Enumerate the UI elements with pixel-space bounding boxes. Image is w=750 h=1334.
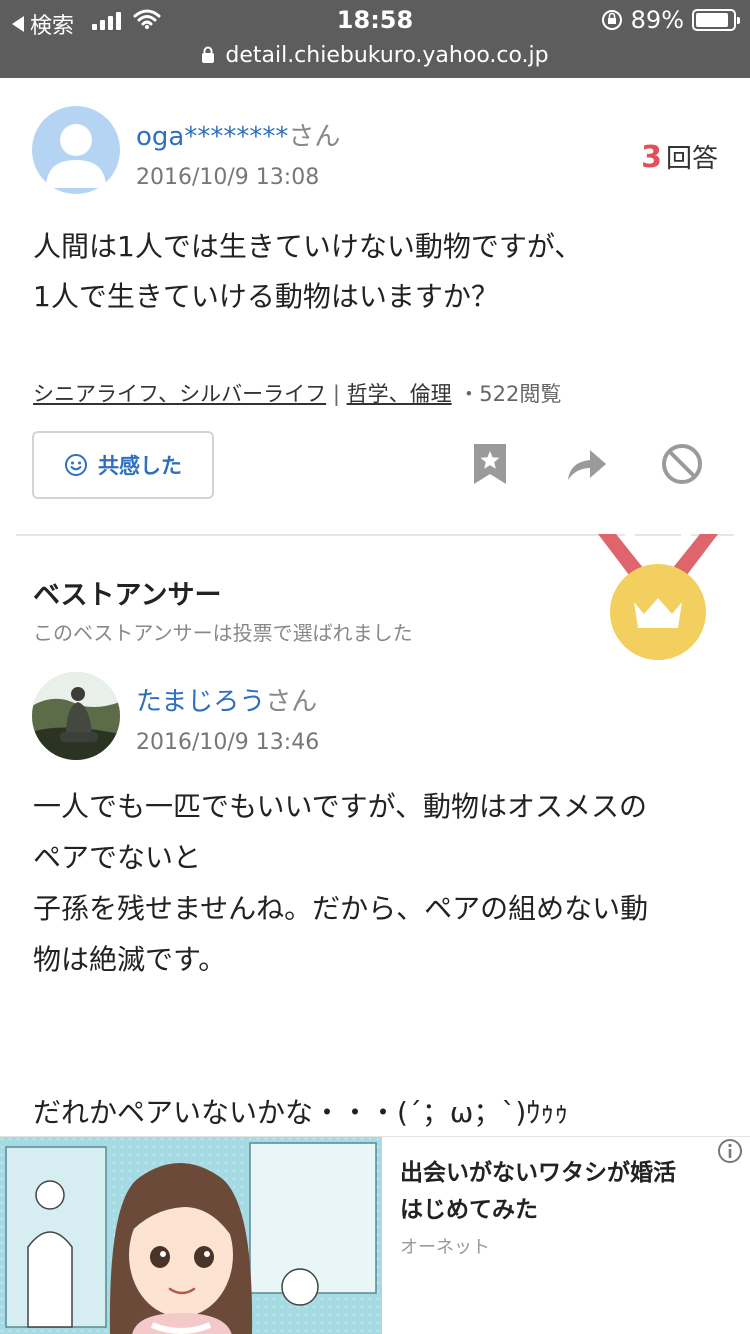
honorific: さん bbox=[265, 687, 318, 717]
manga-illustration bbox=[0, 1137, 382, 1334]
best-answer-subtitle: このベストアンサーは投票で選ばれました bbox=[33, 621, 413, 645]
battery-icon bbox=[692, 9, 740, 31]
url-text: detail.chiebukuro.yahoo.co.jp bbox=[225, 42, 549, 68]
honorific: さん bbox=[288, 122, 341, 152]
ad-title-line: 出会いがないワタシが婚活 bbox=[400, 1160, 676, 1186]
question-line: 1人で生きていける動物はいますか？ bbox=[33, 280, 499, 313]
answer-count-label: 回答 bbox=[665, 144, 718, 174]
battery-percent: 89% bbox=[630, 6, 684, 34]
answer-line: だれかペアいないかな・・・(´；ω；`)ｳｩｩ bbox=[33, 1096, 569, 1129]
default-user-icon bbox=[46, 124, 106, 188]
browser-top-bar: 検索 18:58 89% detail.chiebukuro.yahoo.co.… bbox=[0, 0, 750, 78]
info-icon[interactable] bbox=[716, 1137, 744, 1165]
category-link-senior-life[interactable]: シニアライフ、シルバーライフ bbox=[33, 382, 326, 406]
questioner-id: oga******** bbox=[136, 122, 289, 152]
view-count: ・522閲覧 bbox=[458, 382, 562, 406]
answerer-avatar[interactable] bbox=[32, 672, 120, 760]
category-row: シニアライフ、シルバーライフ | 哲学、倫理 ・522閲覧 bbox=[33, 378, 561, 408]
answer-line: ペアでないと bbox=[33, 841, 202, 874]
empathy-label: 共感した bbox=[98, 454, 182, 478]
question-line: 人間は1人では生きていけない動物ですが、 bbox=[33, 230, 583, 263]
bookmark-icon[interactable] bbox=[468, 442, 512, 486]
ad-advertiser: オーネット bbox=[400, 1237, 490, 1258]
ad-title-line: はじめてみた bbox=[400, 1197, 538, 1223]
questioner-avatar[interactable] bbox=[32, 106, 120, 194]
questioner-name[interactable]: oga********さん bbox=[136, 116, 340, 153]
category-link-philosophy[interactable]: 哲学、倫理 bbox=[347, 382, 452, 406]
empathy-button[interactable]: 共感した bbox=[32, 431, 214, 499]
orientation-lock-icon bbox=[601, 10, 622, 30]
block-icon[interactable] bbox=[660, 442, 704, 486]
best-answer-body: 一人でも一匹でもいいですが、動物はオスメスの ペアでないと 子孫を残せませんね。… bbox=[33, 781, 713, 1138]
answer-date: 2016/10/9 13:46 bbox=[136, 730, 320, 755]
answer-line: 子孫を残せませんね。だから、ペアの組めない動 bbox=[33, 892, 649, 925]
best-answer-title: ベストアンサー bbox=[33, 580, 222, 611]
answer-count[interactable]: 3 回答 bbox=[641, 138, 718, 175]
answerer-id: たまじろう bbox=[136, 687, 266, 717]
medal-icon bbox=[598, 534, 718, 660]
share-icon[interactable] bbox=[564, 442, 608, 486]
answerer-name[interactable]: たまじろうさん bbox=[136, 681, 317, 718]
question-body: 人間は1人では生きていけない動物ですが、 1人で生きていける動物はいますか？ bbox=[33, 222, 713, 322]
answer-count-number: 3 bbox=[641, 140, 662, 175]
answer-line: 物は絶滅です。 bbox=[33, 943, 227, 976]
category-separator: | bbox=[332, 382, 340, 406]
smile-icon bbox=[65, 454, 87, 476]
lock-icon bbox=[202, 46, 215, 63]
ad-title[interactable]: 出会いがないワタシが婚活 はじめてみた bbox=[400, 1155, 720, 1229]
url-bar[interactable]: detail.chiebukuro.yahoo.co.jp bbox=[0, 40, 750, 70]
ad-image[interactable] bbox=[0, 1137, 382, 1334]
ad-banner[interactable]: 出会いがないワタシが婚活 はじめてみた オーネット bbox=[0, 1136, 750, 1334]
question-date: 2016/10/9 13:08 bbox=[136, 165, 320, 190]
buddha-statue-photo bbox=[32, 672, 120, 760]
status-right: 89% bbox=[601, 6, 740, 34]
status-bar: 検索 18:58 89% bbox=[0, 0, 750, 40]
answer-line: 一人でも一匹でもいいですが、動物はオスメスの bbox=[33, 790, 648, 823]
